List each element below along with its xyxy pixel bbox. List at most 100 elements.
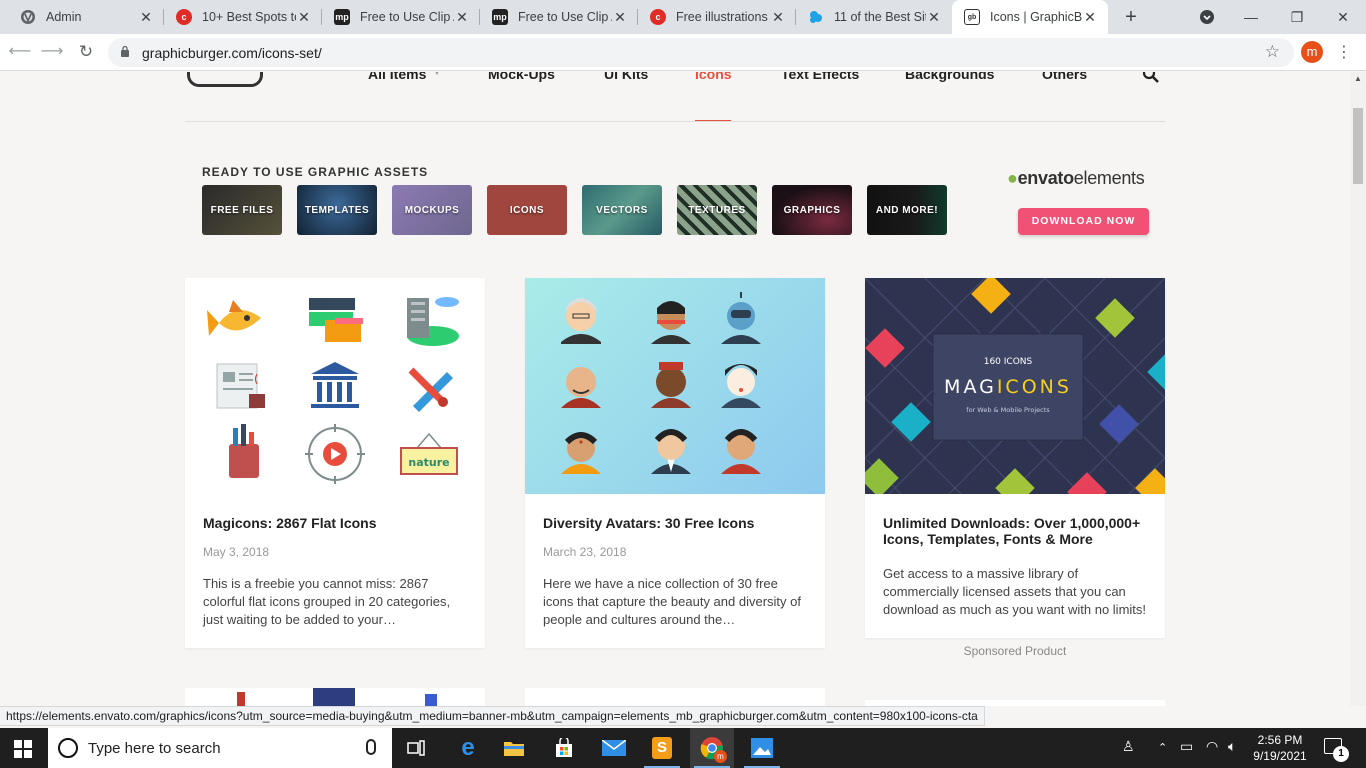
nav-icons[interactable]: Icons <box>695 72 732 82</box>
web-page: All Items ▼ Mock-Ups UI Kits Icons Text … <box>0 72 1350 706</box>
window-close-icon[interactable]: ✕ <box>1332 4 1354 30</box>
tab-best-spots[interactable]: c 10+ Best Spots to ✕ <box>164 0 322 34</box>
tile-and-more[interactable]: AND MORE! <box>867 185 947 235</box>
mp-site-icon: mp <box>492 9 508 25</box>
tab-search-icon[interactable] <box>1196 4 1218 30</box>
post-card-partial[interactable] <box>525 688 825 706</box>
cortana-icon <box>58 738 78 758</box>
post-thumbnail[interactable]: nature <box>185 278 485 494</box>
avatar-indian-woman-icon <box>561 432 601 474</box>
system-clock[interactable]: 2:56 PM 9/19/2021 <box>1252 732 1308 764</box>
tile-label: TEMPLATES <box>304 204 370 216</box>
sublime-text-icon[interactable]: S <box>640 728 684 768</box>
clipart-site-icon: c <box>176 9 192 25</box>
volume-icon[interactable]: 🔈︎ <box>1228 738 1236 755</box>
file-explorer-icon[interactable] <box>492 728 536 768</box>
envato-elements-logo[interactable]: ●envatoelements <box>1007 168 1145 189</box>
tab-title: Free to Use Clip A <box>518 10 612 24</box>
scroll-up-icon[interactable]: ▲ <box>1354 74 1362 83</box>
task-view-icon[interactable] <box>394 728 438 768</box>
restore-icon[interactable]: ❐ <box>1286 4 1308 30</box>
tab-clip-art-1[interactable]: mp Free to Use Clip A ✕ <box>322 0 480 34</box>
nav-others[interactable]: Others <box>1042 72 1087 82</box>
photos-icon[interactable] <box>740 728 784 768</box>
close-icon[interactable]: ✕ <box>138 9 154 26</box>
tile-mockups[interactable]: MOCKUPS <box>392 185 472 235</box>
tile-vectors[interactable]: VECTORS <box>582 185 662 235</box>
browser-menu-icon[interactable]: ⋮ <box>1336 42 1352 62</box>
avatar-young-man-icon <box>721 429 761 474</box>
avatar-robot-icon <box>721 292 761 344</box>
edge-icon[interactable]: e <box>446 728 490 768</box>
page-scrollbar[interactable]: ▲ <box>1350 72 1366 706</box>
profile-avatar[interactable]: m <box>1301 41 1323 63</box>
graphicburger-logo[interactable] <box>187 72 263 87</box>
tab-free-illustrations[interactable]: c Free illustrations ✕ <box>638 0 796 34</box>
clock-time: 2:56 PM <box>1257 733 1303 747</box>
pencil-brush-icon <box>408 367 453 412</box>
cloud-site-icon <box>808 9 824 25</box>
search-icon[interactable] <box>1142 72 1160 84</box>
store-icon[interactable] <box>542 728 586 768</box>
post-title[interactable]: Diversity Avatars: 30 Free Icons <box>543 515 811 531</box>
close-icon[interactable]: ✕ <box>296 9 312 26</box>
nav-mock-ups[interactable]: Mock-Ups <box>488 72 555 82</box>
forward-icon[interactable]: ⟶ <box>40 40 64 64</box>
url-text: graphicburger.com/icons-set/ <box>142 45 322 61</box>
scrollbar-thumb[interactable] <box>1353 108 1363 184</box>
tab-best-sites[interactable]: 11 of the Best Site ✕ <box>796 0 952 34</box>
tile-graphics[interactable]: GRAPHICS <box>772 185 852 235</box>
tab-title: 11 of the Best Site <box>834 10 926 24</box>
tile-label: GRAPHICS <box>783 204 841 216</box>
close-icon[interactable]: ✕ <box>1082 9 1098 26</box>
post-card-diversity-avatars[interactable]: Diversity Avatars: 30 Free Icons March 2… <box>525 278 825 648</box>
chrome-icon[interactable]: m <box>690 728 734 768</box>
address-bar[interactable]: graphicburger.com/icons-set/ ☆ <box>108 38 1294 67</box>
avatar-elder-icon <box>561 298 601 344</box>
post-title[interactable]: Magicons: 2867 Flat Icons <box>203 515 471 531</box>
post-excerpt: Here we have a nice collection of 30 fre… <box>543 576 801 627</box>
new-tab-button[interactable]: + <box>1118 4 1144 30</box>
battery-icon[interactable]: ▭ <box>1180 738 1193 755</box>
minimize-icon[interactable]: — <box>1240 4 1262 30</box>
download-now-button[interactable]: DOWNLOAD NOW <box>1018 208 1149 235</box>
post-excerpt: This is a freebie you cannot miss: 2867 … <box>203 576 451 627</box>
link-status-bar: https://elements.envato.com/graphics/ico… <box>0 706 985 726</box>
post-card-partial[interactable] <box>185 688 485 706</box>
nav-text-effects[interactable]: Text Effects <box>781 72 859 82</box>
close-icon[interactable]: ✕ <box>612 9 628 26</box>
reload-icon[interactable]: ↻ <box>74 40 98 64</box>
tile-icons[interactable]: ICONS <box>487 185 567 235</box>
microphone-icon[interactable] <box>366 739 376 755</box>
bookmark-star-icon[interactable]: ☆ <box>1265 42 1280 62</box>
tile-templates[interactable]: TEMPLATES <box>297 185 377 235</box>
tile-textures[interactable]: TEXTURES <box>677 185 757 235</box>
close-icon[interactable]: ✕ <box>926 9 942 26</box>
nav-all-items[interactable]: All Items <box>368 72 426 82</box>
sponsored-title[interactable]: Unlimited Downloads: Over 1,000,000+ Ico… <box>883 515 1151 547</box>
chevron-down-icon: ▼ <box>433 72 441 77</box>
people-icon[interactable]: ♙ <box>1122 738 1135 755</box>
wifi-icon[interactable]: ◠ <box>1206 738 1218 755</box>
taskbar-search-box[interactable]: Type here to search <box>48 728 392 768</box>
tab-icons-graphicburger[interactable]: gb Icons | GraphicBu ✕ <box>952 0 1108 34</box>
wordpress-icon <box>20 9 36 25</box>
nav-ui-kits[interactable]: UI Kits <box>604 72 648 82</box>
windows-start-icon[interactable] <box>14 740 32 758</box>
tab-admin[interactable]: Admin ✕ <box>8 0 164 34</box>
nav-backgrounds[interactable]: Backgrounds <box>905 72 994 82</box>
tray-chevron-up-icon[interactable]: ⌃ <box>1158 741 1167 754</box>
sponsored-card[interactable]: 160 ICONS MAGICONS for Web & Mobile Proj… <box>865 278 1165 638</box>
lock-icon <box>121 45 129 57</box>
tab-clip-art-2[interactable]: mp Free to Use Clip A ✕ <box>480 0 638 34</box>
back-icon[interactable]: ⟵ <box>8 40 32 64</box>
tile-free-files[interactable]: FREE FILES <box>202 185 282 235</box>
flat-icons-illustration: nature <box>207 297 459 484</box>
tab-title: 10+ Best Spots to <box>202 10 296 24</box>
mail-icon[interactable] <box>592 728 636 768</box>
close-icon[interactable]: ✕ <box>454 9 470 26</box>
close-icon[interactable]: ✕ <box>770 9 786 26</box>
magicons-ad-banner[interactable]: 160 ICONS MAGICONS for Web & Mobile Proj… <box>865 278 1165 494</box>
post-thumbnail[interactable] <box>525 278 825 494</box>
post-card-magicons[interactable]: nature Magicons: 2867 Flat Icons May 3, … <box>185 278 485 648</box>
